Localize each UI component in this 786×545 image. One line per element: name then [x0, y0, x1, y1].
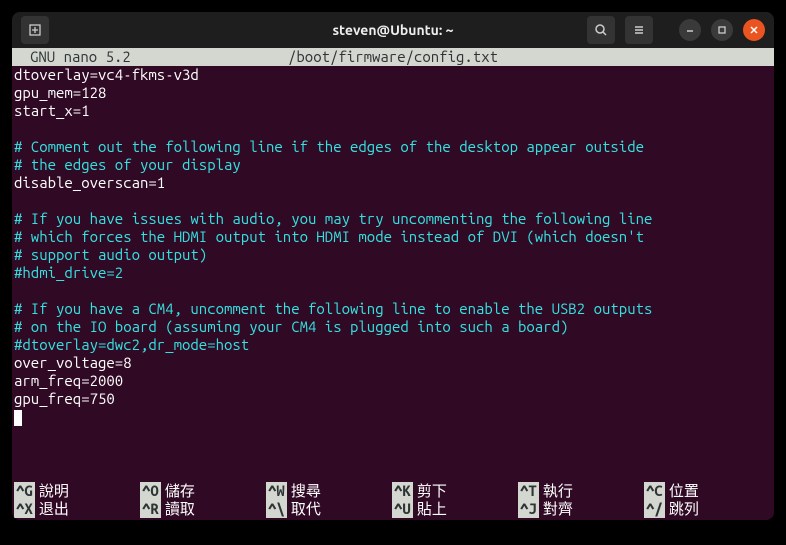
shortcut-label: 讀取: [161, 500, 199, 518]
terminal-window: steven@Ubuntu: ~ GNU nano 5.2 /boot/firm…: [12, 12, 774, 520]
config-line: [14, 120, 772, 138]
shortcut-item: ^\取代: [266, 500, 392, 518]
shortcut-key: ^X: [14, 500, 35, 518]
shortcut-item: ^T執行: [518, 482, 644, 500]
shortcut-item: ^W搜尋: [266, 482, 392, 500]
shortcut-item: ^O儲存: [140, 482, 266, 500]
shortcut-item: ^R讀取: [140, 500, 266, 518]
config-line: over_voltage=8: [14, 354, 772, 372]
shortcut-label: 取代: [287, 500, 325, 518]
comment-line: #hdmi_drive=2: [14, 264, 772, 282]
config-line: disable_overscan=1: [14, 174, 772, 192]
shortcut-key: ^U: [392, 500, 413, 518]
shortcut-label: 位置: [665, 482, 703, 500]
shortcut-key: ^W: [266, 482, 287, 500]
cursor-line: [14, 408, 772, 426]
config-line: start_x=1: [14, 102, 772, 120]
shortcut-label: 搜尋: [287, 482, 325, 500]
shortcut-item: ^/跳列: [644, 500, 770, 518]
close-button[interactable]: [743, 19, 765, 41]
shortcut-key: ^/: [644, 500, 665, 518]
maximize-button[interactable]: [711, 19, 733, 41]
menu-button[interactable]: [625, 16, 653, 44]
shortcut-key: ^G: [14, 482, 35, 500]
shortcut-label: 退出: [35, 500, 73, 518]
comment-line: # Comment out the following line if the …: [14, 138, 772, 156]
config-line: [14, 192, 772, 210]
config-line: dtoverlay=vc4-fkms-v3d: [14, 66, 772, 84]
comment-line: # which forces the HDMI output into HDMI…: [14, 228, 772, 246]
shortcut-label: 跳列: [665, 500, 703, 518]
shortcut-item: ^X退出: [14, 500, 140, 518]
nano-shortcuts: ^G說明^O儲存^W搜尋^K剪下^T執行^C位置 ^X退出^R讀取^\取代^U貼…: [12, 482, 774, 520]
shortcut-item: ^C位置: [644, 482, 770, 500]
editor-content[interactable]: dtoverlay=vc4-fkms-v3dgpu_mem=128start_x…: [12, 66, 774, 482]
shortcut-label: 儲存: [161, 482, 199, 500]
config-line: gpu_mem=128: [14, 84, 772, 102]
shortcut-key: ^T: [518, 482, 539, 500]
config-line: gpu_freq=750: [14, 390, 772, 408]
comment-line: # If you have a CM4, uncomment the follo…: [14, 300, 772, 318]
shortcut-key: ^K: [392, 482, 413, 500]
comment-line: # If you have issues with audio, you may…: [14, 210, 772, 228]
cursor-icon: [14, 410, 22, 426]
nano-header: GNU nano 5.2 /boot/firmware/config.txt: [12, 48, 774, 66]
window-titlebar: steven@Ubuntu: ~: [12, 12, 774, 48]
shortcut-label: 貼上: [413, 500, 451, 518]
shortcut-key: ^J: [518, 500, 539, 518]
shortcut-item: ^J對齊: [518, 500, 644, 518]
comment-line: #dtoverlay=dwc2,dr_mode=host: [14, 336, 772, 354]
comment-line: # on the IO board (assuming your CM4 is …: [14, 318, 772, 336]
search-button[interactable]: [587, 16, 615, 44]
nano-filepath: /boot/firmware/config.txt: [288, 48, 498, 66]
terminal-body[interactable]: GNU nano 5.2 /boot/firmware/config.txt d…: [12, 48, 774, 520]
minimize-button[interactable]: [679, 19, 701, 41]
config-line: arm_freq=2000: [14, 372, 772, 390]
shortcut-item: ^K剪下: [392, 482, 518, 500]
shortcut-key: ^R: [140, 500, 161, 518]
shortcut-key: ^C: [644, 482, 665, 500]
shortcut-key: ^\: [266, 500, 287, 518]
shortcut-key: ^O: [140, 482, 161, 500]
shortcut-label: 剪下: [413, 482, 451, 500]
shortcut-item: ^U貼上: [392, 500, 518, 518]
shortcut-label: 執行: [539, 482, 577, 500]
config-line: [14, 282, 772, 300]
shortcut-label: 說明: [35, 482, 73, 500]
comment-line: # the edges of your display: [14, 156, 772, 174]
shortcut-item: ^G說明: [14, 482, 140, 500]
comment-line: # support audio output): [14, 246, 772, 264]
new-tab-button[interactable]: [21, 16, 49, 44]
nano-version: GNU nano 5.2: [16, 48, 131, 66]
shortcut-label: 對齊: [539, 500, 577, 518]
